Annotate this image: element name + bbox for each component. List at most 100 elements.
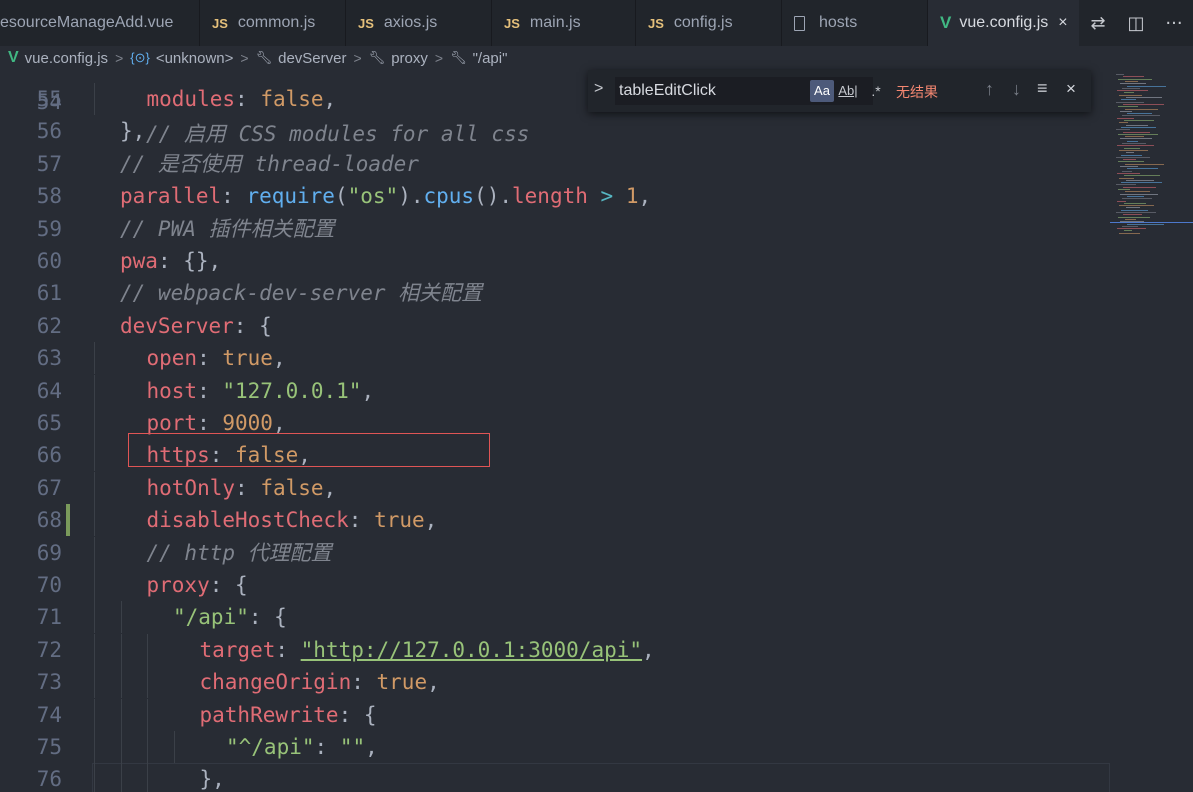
tab-axios-js[interactable]: JS axios.js [346,0,492,46]
indent-guide [94,763,95,792]
code-token: : {}, [157,249,222,273]
tab-esourcemanageadd-vue[interactable]: esourceManageAdd.vue [0,0,200,46]
minimap-line [1116,101,1144,103]
code-text: disableHostCheck: true, [147,504,438,536]
code-token: 1 [625,184,639,209]
line-number: 63 [36,346,62,371]
match-case-button[interactable]: Aa [810,80,834,102]
toggle-replace-icon[interactable]: > [594,80,603,98]
tab-common-js[interactable]: JS common.js [200,0,346,46]
code-text: modules: false, [147,83,337,115]
indent-guide [94,666,95,699]
code-token: 9000 [222,411,273,435]
code-token: "127.0.0.1" [222,378,362,403]
breadcrumb-item-proxy[interactable]: proxy [391,50,428,67]
js-file-icon: JS [504,15,520,31]
code-token: : [275,637,301,662]
split-editor-icon[interactable]: ◫ [1117,13,1155,34]
minimap-line [1123,186,1156,188]
minimap-line [1122,225,1138,227]
minimap-line [1125,163,1164,165]
code-token: false [260,87,324,111]
previous-match-icon[interactable]: ↑ [985,79,994,100]
minimap-line [1125,136,1144,138]
next-match-icon[interactable]: ↓ [1012,79,1021,100]
js-file-icon: JS [358,15,374,31]
code-token: , [323,475,337,500]
minimap-line [1120,138,1152,140]
minimap-line [1126,124,1148,126]
code-text: }, [120,115,145,147]
code-token: }, [120,119,146,144]
indent-guide [94,374,95,407]
breadcrumb-file[interactable]: vue.config.js [25,50,108,67]
minimap-line [1120,193,1158,195]
code-line: 69 // http 代理配置 [0,536,1110,569]
js-file-icon: JS [212,15,228,31]
code-line: 57 // 是否使用 thread-loader [0,148,1110,180]
indent-guide [94,698,95,731]
code-line: 72 target: "http://127.0.0.1:3000/api", [0,633,1110,666]
find-status: 无结果 [896,84,938,100]
line-number: 56 [36,119,62,144]
wrench-icon: 🔧︎ [368,50,386,65]
minimap-line [1120,166,1138,167]
minimap-line [1118,189,1130,190]
code-line: 74 pathRewrite: { [0,698,1110,731]
find-in-selection-icon[interactable]: ≡ [1037,78,1048,99]
tab-vue-config-js[interactable]: Vvue.config.js × [928,0,1088,46]
code-line: 67 hotOnly: false, [0,471,1110,504]
minimap-line [1118,133,1158,135]
find-input[interactable] [615,77,873,105]
tab-config-js[interactable]: JS config.js [636,0,782,46]
code-text: // PWA 插件相关配置 [120,213,335,245]
code-token: : { [233,313,272,338]
open-changes-icon[interactable]: ⇄ [1079,13,1117,34]
indent-guide [94,342,95,375]
minimap-line [1127,168,1158,170]
close-tab-icon[interactable]: × [1058,14,1067,32]
indent-guide [94,407,95,439]
more-actions-icon[interactable]: ··· [1155,13,1193,34]
code-token: : [221,184,247,209]
regex-button[interactable]: .* [864,80,888,102]
code-token: false [260,475,324,500]
code-line: 59 // PWA 插件相关配置 [0,213,1110,245]
code-token: changeOrigin [199,670,352,695]
indent-guide [147,666,148,699]
minimap-line [1122,198,1152,200]
breadcrumb-item-unknown[interactable]: <unknown> [156,50,234,67]
minimap-line [1116,156,1150,158]
code-token: , [424,508,438,533]
tab-main-js[interactable]: JS main.js [492,0,636,46]
tab-label: vue.config.js [959,14,1049,31]
code-editor[interactable]: 54 // 启用 CSS modules for all css 55 modul… [0,70,1110,792]
line-number: 66 [36,443,62,468]
minimap-line [1117,228,1146,230]
code-token: hotOnly [146,475,236,500]
breadcrumb-item-devserver[interactable]: devServer [278,50,346,67]
minimap-line [1126,97,1162,98]
code-token: parallel [120,184,222,209]
code-token: true [374,508,425,533]
indent-guide [94,83,95,115]
minimap-line [1118,106,1138,108]
minimap-line [1119,177,1134,179]
breadcrumb-item-api[interactable]: "/api" [473,50,508,67]
code-token: ( [334,184,348,209]
whole-word-button[interactable]: Ab| [836,80,860,102]
tab-hosts[interactable]: hosts [782,0,928,46]
tab-label: common.js [237,14,316,31]
minimap[interactable] [1110,70,1193,792]
line-number: 73 [36,670,62,695]
minimap-line [1127,113,1152,115]
code-line: 62 devServer: { [0,310,1110,342]
minimap-line [1117,117,1134,119]
close-icon[interactable]: × [1066,79,1076,99]
minimap-line [1120,221,1144,223]
minimap-line [1117,90,1148,92]
line-number: 67 [36,475,62,500]
line-number: 69 [36,540,62,565]
minimap-line [1122,115,1160,117]
